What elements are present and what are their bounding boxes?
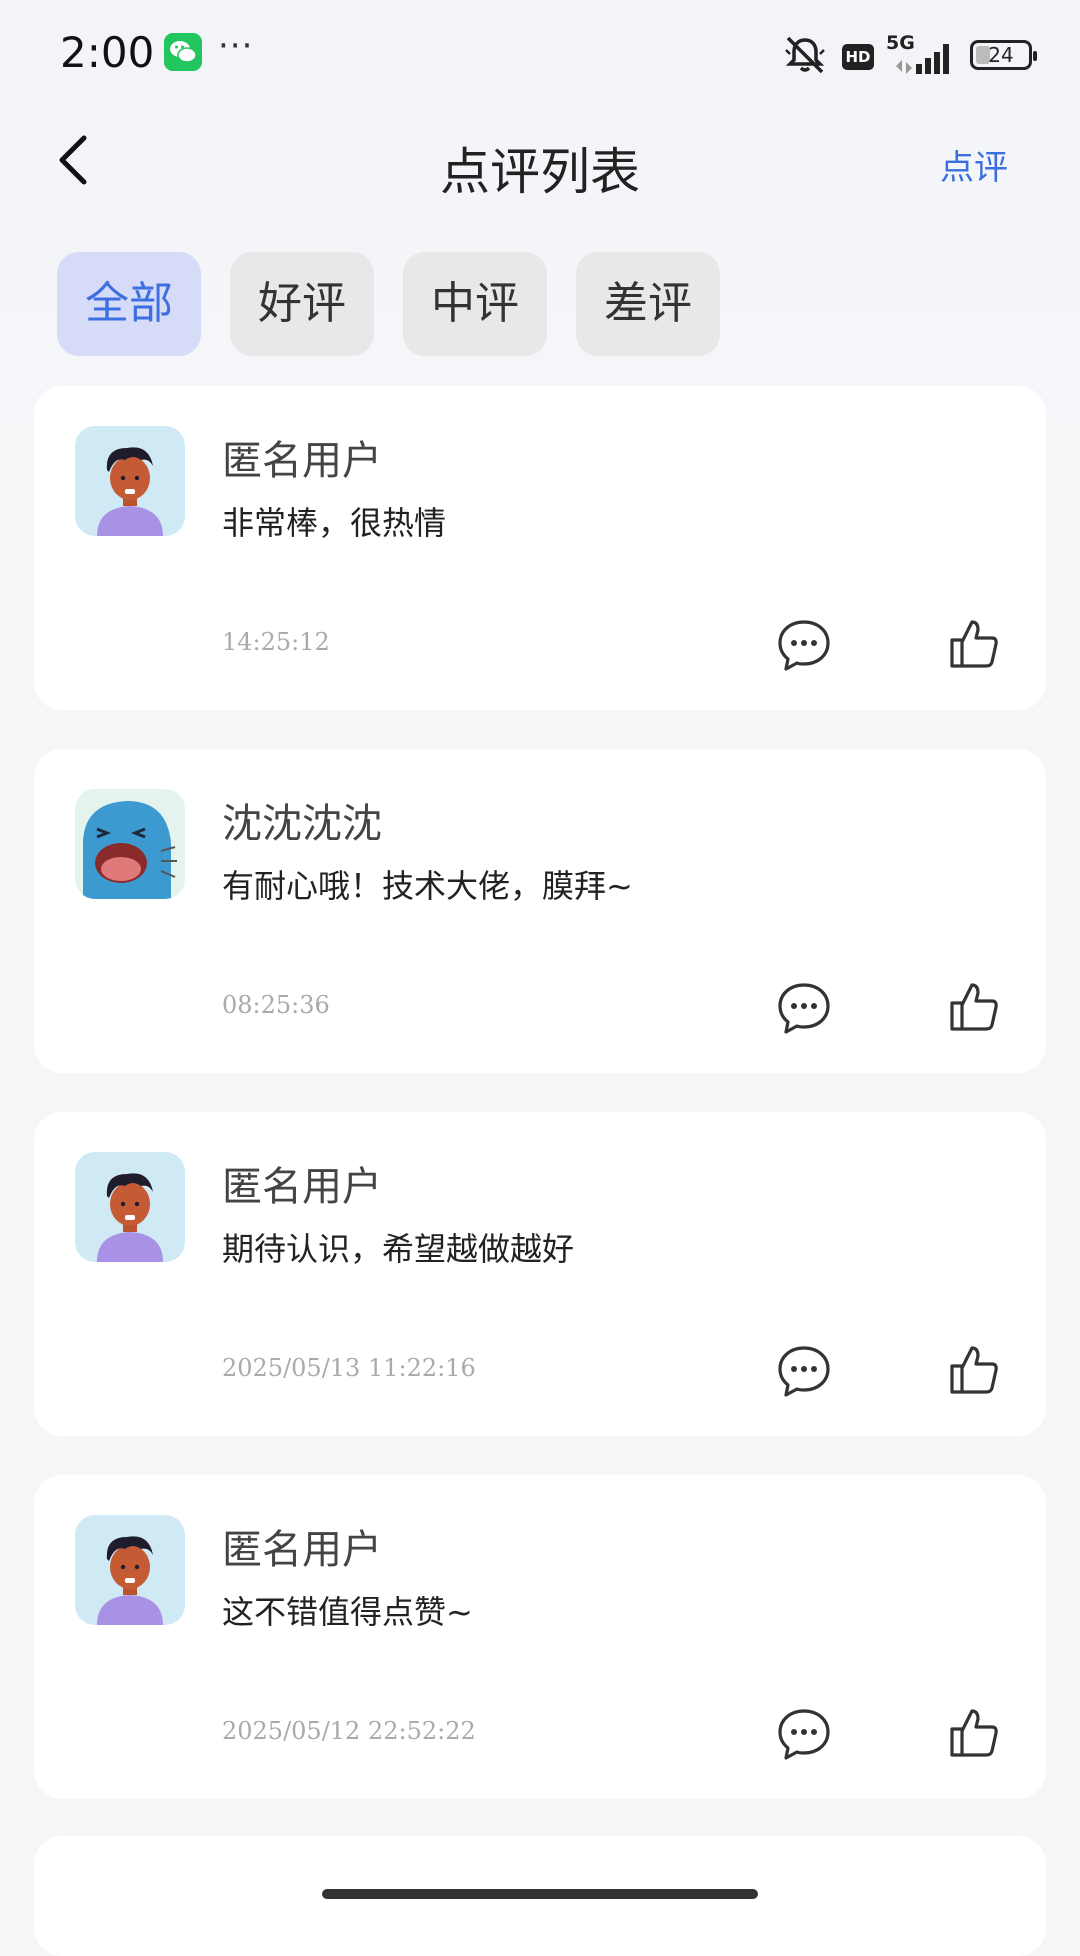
tab-all[interactable]: 全部 bbox=[57, 252, 201, 356]
thumbs-up-icon[interactable] bbox=[948, 1342, 1000, 1398]
person-avatar-icon bbox=[97, 1173, 163, 1262]
thumbs-up-icon[interactable] bbox=[948, 616, 1000, 672]
tab-neutral[interactable]: 中评 bbox=[403, 252, 547, 356]
review-card: 匿名用户 非常棒，很热情 14:25:12 bbox=[34, 386, 1046, 710]
home-indicator[interactable] bbox=[322, 1889, 758, 1899]
avatar bbox=[75, 1515, 185, 1625]
avatar bbox=[75, 426, 185, 536]
reviewer-name: 匿名用户 bbox=[222, 1527, 382, 1573]
review-time: 2025/05/13 11:22:16 bbox=[222, 1354, 476, 1382]
review-text: 这不错值得点赞~ bbox=[222, 1593, 473, 1631]
battery-percent: 24 bbox=[988, 43, 1014, 67]
more-notifications-icon: ··· bbox=[218, 26, 254, 66]
comment-icon[interactable] bbox=[774, 616, 834, 676]
page-title: 点评列表 bbox=[440, 143, 640, 201]
status-time: 2:00 bbox=[60, 28, 155, 77]
review-time: 2025/05/12 22:52:22 bbox=[222, 1717, 476, 1745]
status-bar: 2:00 ··· HD 5G 24 bbox=[0, 0, 1080, 110]
review-text: 非常棒，很热情 bbox=[222, 504, 447, 542]
navigation-bar: 点评列表 点评 bbox=[0, 110, 1080, 210]
comment-icon[interactable] bbox=[774, 979, 834, 1039]
tab-negative[interactable]: 差评 bbox=[576, 252, 720, 356]
review-text: 有耐心哦！技术大佬，膜拜~ bbox=[222, 867, 633, 905]
thumbs-up-icon[interactable] bbox=[948, 1705, 1000, 1761]
review-card: 匿名用户 这不错值得点赞~ 2025/05/12 22:52:22 bbox=[34, 1475, 1046, 1799]
battery-icon: 24 bbox=[970, 40, 1037, 70]
review-card: 沈沈沈沈 有耐心哦！技术大佬，膜拜~ 08:25:36 bbox=[34, 749, 1046, 1073]
tab-positive[interactable]: 好评 bbox=[230, 252, 374, 356]
review-text: 期待认识，希望越做越好 bbox=[222, 1230, 575, 1268]
wechat-icon bbox=[164, 33, 202, 71]
person-avatar-icon bbox=[97, 447, 163, 536]
person-avatar-icon bbox=[97, 1536, 163, 1625]
reviewer-name: 沈沈沈沈 bbox=[222, 801, 382, 847]
review-card: 匿名用户 期待认识，希望越做越好 2025/05/13 11:22:16 bbox=[34, 1112, 1046, 1436]
reviewer-name: 匿名用户 bbox=[222, 1164, 382, 1210]
comment-icon[interactable] bbox=[774, 1342, 834, 1402]
comment-icon[interactable] bbox=[774, 1705, 834, 1765]
signal-icon bbox=[892, 40, 962, 78]
mute-bell-icon bbox=[782, 32, 828, 82]
blob-avatar-icon bbox=[83, 801, 177, 899]
review-time: 14:25:12 bbox=[222, 628, 330, 656]
reviewer-name: 匿名用户 bbox=[222, 438, 382, 484]
thumbs-up-icon[interactable] bbox=[948, 979, 1000, 1035]
avatar bbox=[75, 789, 185, 899]
review-time: 08:25:36 bbox=[222, 991, 330, 1019]
write-review-button[interactable]: 点评 bbox=[940, 140, 1008, 189]
avatar bbox=[75, 1152, 185, 1262]
hd-badge: HD bbox=[842, 44, 874, 70]
